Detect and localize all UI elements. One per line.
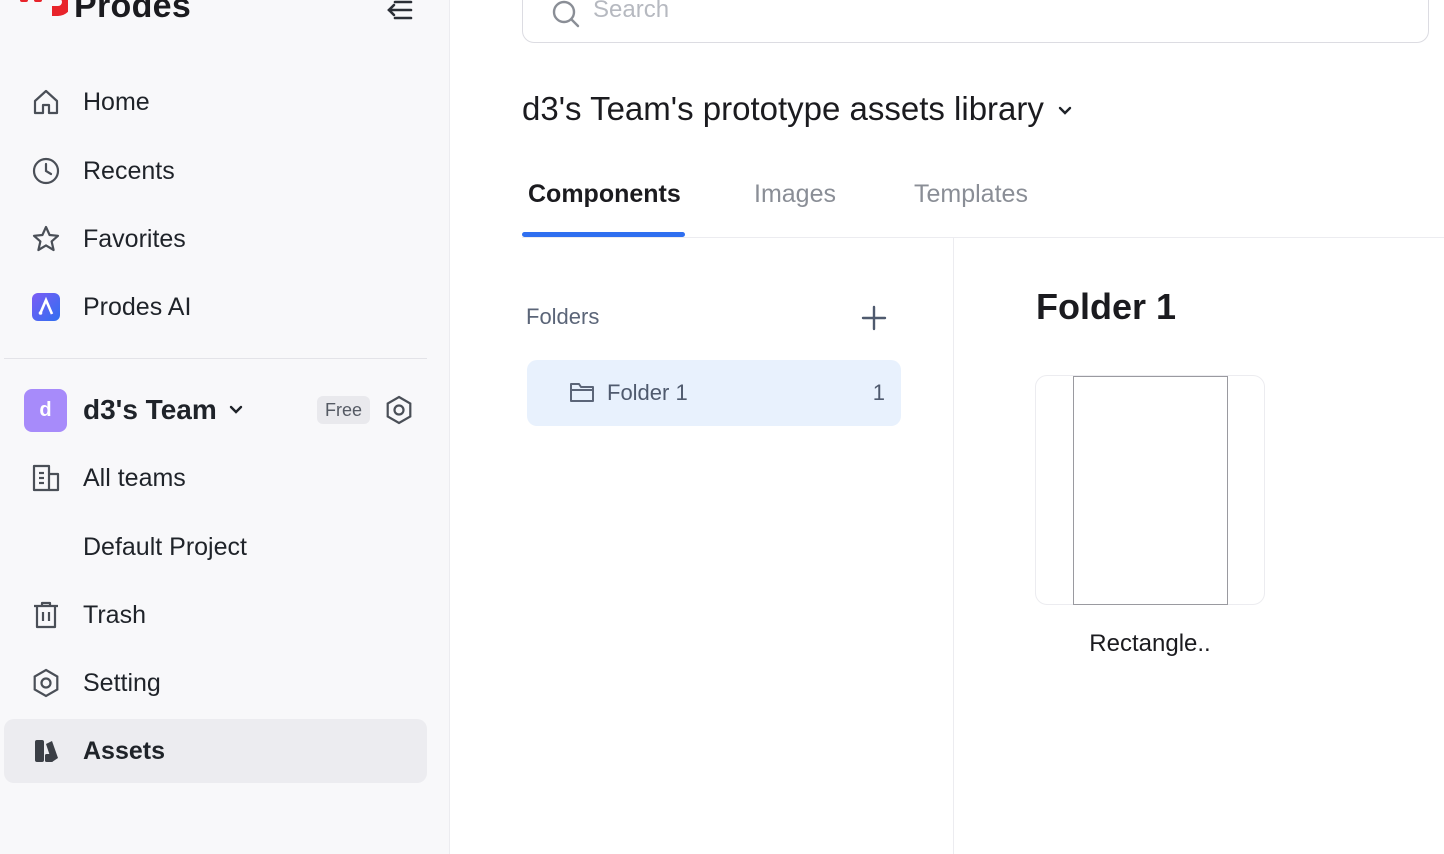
- gear-icon: [30, 667, 62, 699]
- folder-name: Folder 1: [607, 380, 688, 405]
- component-name: Rectangle..: [1089, 630, 1211, 657]
- sidebar-item-label: Prodes AI: [83, 292, 192, 321]
- folder-detail: Folder 1 Rectangle..: [955, 238, 1444, 854]
- sidebar-item-prodes-ai[interactable]: Prodes AI: [4, 275, 427, 339]
- gear-icon: [386, 395, 412, 425]
- sidebar-item-setting[interactable]: Setting: [4, 651, 427, 715]
- folder-title: Folder 1: [1036, 286, 1177, 327]
- sidebar-item-label: Default Project: [83, 532, 247, 561]
- library-selector[interactable]: d3's Team's prototype assets library: [522, 90, 1074, 128]
- component-card[interactable]: [1035, 375, 1265, 605]
- folders-heading: Folders: [526, 304, 600, 329]
- home-icon: [30, 86, 62, 118]
- sidebar-item-default-project[interactable]: Default Project: [4, 515, 427, 579]
- sidebar-item-label: Assets: [83, 736, 165, 765]
- tab-components[interactable]: Components: [528, 180, 681, 209]
- clock-icon: [30, 155, 62, 187]
- add-folder-button[interactable]: [856, 300, 892, 336]
- folder-icon: [570, 383, 594, 402]
- trash-icon: [30, 599, 62, 631]
- sidebar-item-label: Favorites: [83, 224, 186, 253]
- sidebar-item-favorites[interactable]: Favorites: [4, 207, 427, 271]
- folder-count: 1: [872, 380, 885, 405]
- sidebar-item-label: Recents: [83, 156, 175, 185]
- brand[interactable]: Prodes: [18, 0, 191, 28]
- plan-badge: Free: [317, 396, 371, 424]
- assets-icon: [30, 735, 62, 767]
- sidebar-item-assets[interactable]: Assets: [4, 719, 427, 783]
- folder-item[interactable]: Folder 1 1: [527, 360, 901, 426]
- component-thumbnail: [1073, 376, 1228, 605]
- building-icon: [30, 462, 62, 494]
- plus-icon: [861, 305, 887, 331]
- sidebar-item-all-teams[interactable]: All teams: [4, 446, 427, 510]
- library-title: d3's Team's prototype assets library: [522, 90, 1044, 127]
- active-tab-indicator: [522, 232, 685, 237]
- search-input[interactable]: [593, 0, 1293, 25]
- tab-images[interactable]: Images: [754, 180, 836, 209]
- collapse-sidebar-button[interactable]: [384, 0, 414, 24]
- sidebar: Prodes Home Recents Favorites Prodes AI …: [0, 0, 450, 854]
- sidebar-item-label: All teams: [83, 463, 186, 492]
- team-switcher: d d3's Team Free: [24, 388, 424, 432]
- sidebar-item-home[interactable]: Home: [4, 70, 427, 134]
- sidebar-item-recents[interactable]: Recents: [4, 139, 427, 203]
- folders-panel: Folders Folder 1 1: [522, 238, 954, 854]
- team-settings-button[interactable]: [382, 393, 416, 427]
- collapse-icon: [387, 0, 413, 20]
- brand-name: Prodes: [74, 0, 192, 25]
- sidebar-item-label: Home: [83, 87, 150, 116]
- asset-tabs: Components Images Templates: [522, 160, 1444, 238]
- sidebar-item-trash[interactable]: Trash: [4, 583, 427, 647]
- star-icon: [30, 223, 62, 255]
- chevron-down-icon: [1058, 106, 1072, 115]
- sidebar-divider: [4, 358, 427, 359]
- prodes-ai-icon: [30, 291, 62, 323]
- team-avatar[interactable]: d: [24, 388, 67, 432]
- sidebar-item-label: Trash: [83, 600, 146, 629]
- tab-templates[interactable]: Templates: [914, 180, 1028, 209]
- sidebar-item-label: Setting: [83, 668, 161, 697]
- search-icon: [552, 0, 580, 28]
- team-name[interactable]: d3's Team: [83, 394, 217, 426]
- search-bar: [522, 0, 1429, 43]
- chevron-down-icon[interactable]: [227, 403, 245, 417]
- app-root: Prodes Home Recents Favorites Prodes AI …: [0, 0, 1444, 854]
- prodes-logo-icon: [20, 0, 68, 16]
